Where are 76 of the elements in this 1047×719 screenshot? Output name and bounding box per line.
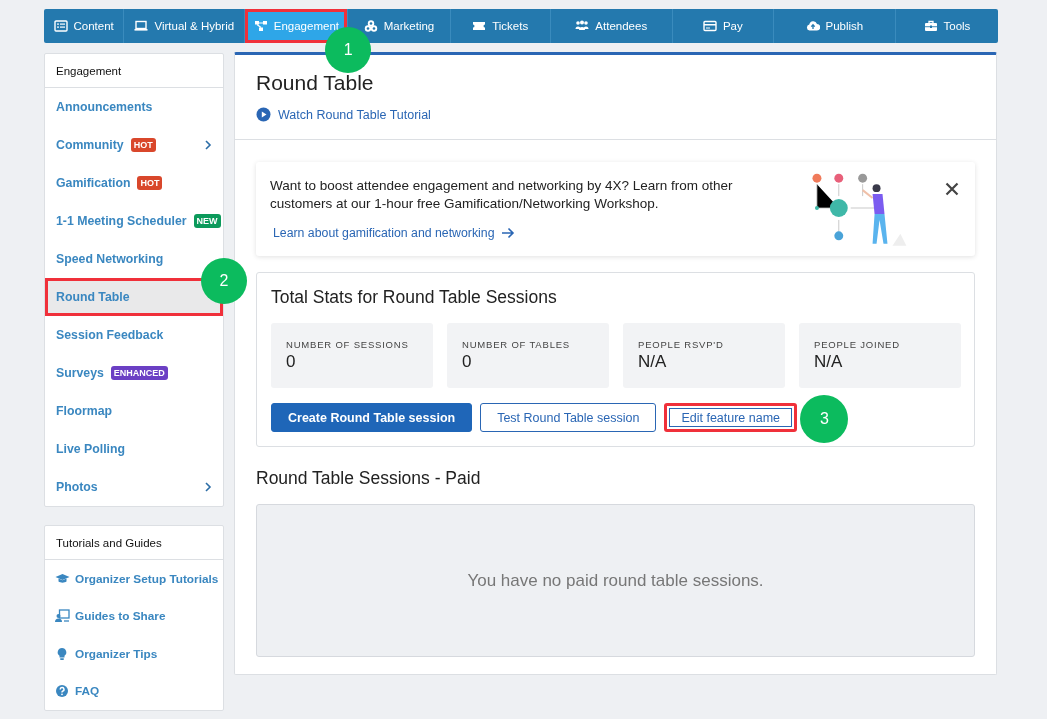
network-icon — [253, 19, 268, 33]
nav-tab[interactable]: Publish — [773, 9, 895, 43]
guide-link[interactable]: FAQ — [45, 672, 223, 710]
card-title: Total Stats for Round Table Sessions — [271, 287, 558, 308]
arrow-right-icon — [500, 227, 515, 239]
sidebar-item[interactable]: 1-1 Meeting Scheduler NEW — [45, 202, 223, 240]
guide-link[interactable]: Organizer Setup Tutorials — [45, 560, 223, 598]
toolbox-icon — [923, 19, 938, 33]
guide-label: Organizer Setup Tutorials — [75, 571, 219, 586]
close-button[interactable] — [943, 180, 961, 198]
item-label: Speed Networking — [56, 252, 164, 266]
step-number-tooltip: 3 — [800, 395, 849, 443]
item-label: Announcements — [56, 100, 153, 114]
guide-label: Organizer Tips — [75, 646, 158, 661]
stat-label: PEOPLE JOINED — [814, 339, 901, 350]
people-icon — [575, 19, 590, 33]
stat-value: N/A — [814, 352, 844, 372]
nav-tab[interactable]: Engagement — [245, 9, 348, 43]
action-button[interactable]: Create Round Table session — [271, 403, 473, 432]
laptop-icon — [134, 19, 149, 33]
stat-value: N/A — [638, 352, 668, 372]
action-button[interactable]: Edit feature name — [664, 403, 798, 432]
action-button[interactable]: Test Round Table session — [480, 403, 657, 432]
guide-label: Guides to Share — [75, 609, 166, 624]
play-icon — [256, 107, 271, 122]
nav-tab[interactable]: Marketing — [348, 9, 450, 43]
nav-tab[interactable]: Virtual & Hybrid — [124, 9, 245, 43]
panel-title: Engagement — [45, 54, 223, 88]
sidebar-item[interactable]: Community HOT — [45, 126, 223, 164]
ticket-icon — [472, 19, 487, 33]
nav-tab[interactable]: Tools — [895, 9, 998, 43]
nav-tab[interactable]: Content — [44, 9, 124, 43]
circles-icon — [363, 19, 378, 33]
status-badge: HOT — [130, 138, 156, 152]
panel-title: Tutorials and Guides — [45, 526, 223, 560]
item-label: Surveys — [56, 366, 104, 380]
status-badge: NEW — [193, 214, 221, 228]
item-label: Live Polling — [56, 442, 125, 456]
sidebar-item[interactable]: Announcements — [45, 88, 223, 126]
stat-value: 0 — [462, 352, 473, 372]
guide-link[interactable]: Guides to Share — [45, 597, 223, 635]
item-label: 1-1 Meeting Scheduler — [56, 214, 187, 228]
status-badge: HOT — [137, 176, 163, 190]
section-title: Round Table Sessions - Paid — [256, 468, 482, 489]
nav-tab[interactable]: Attendees — [550, 9, 672, 43]
sidebar-item[interactable]: Surveys ENHANCED — [45, 354, 223, 392]
item-label: Gamification — [56, 176, 131, 190]
stat-label: PEOPLE RSVP'D — [638, 339, 725, 350]
sidebar-item[interactable]: Photos — [45, 468, 223, 506]
credit-card-icon — [702, 19, 717, 33]
stat-value: 0 — [286, 352, 297, 372]
close-icon — [945, 182, 959, 196]
sidebar-item[interactable]: Session Feedback — [45, 316, 223, 354]
sidebar-item[interactable]: Floormap — [45, 392, 223, 430]
cloud-upload-icon — [805, 19, 820, 33]
item-label: Session Feedback — [56, 328, 164, 342]
sidebar-item[interactable]: Gamification HOT — [45, 164, 223, 202]
presentation-icon — [55, 609, 70, 624]
list-icon — [53, 19, 68, 33]
stat-label: NUMBER OF TABLES — [462, 339, 571, 350]
help-icon — [55, 684, 70, 699]
item-label: Photos — [56, 480, 98, 494]
item-label: Floormap — [56, 404, 113, 418]
guide-link[interactable]: Organizer Tips — [45, 635, 223, 673]
status-badge: ENHANCED — [110, 366, 168, 380]
sidebar-item[interactable]: Live Polling — [45, 430, 223, 468]
empty-message: You have no paid round table sessions. — [467, 570, 764, 591]
stat-label: NUMBER OF SESSIONS — [286, 339, 410, 350]
promo-text: Want to boost attendee engagement and networking by 4X? Learn from other customers at our 1-hour free Gamification/Networking Workshop. — [270, 177, 734, 213]
graduation-cap-icon — [55, 571, 70, 586]
page-title: Round Table — [256, 71, 375, 95]
nav-tab[interactable]: Pay — [672, 9, 773, 43]
guide-label: FAQ — [75, 684, 100, 699]
item-label: Community — [56, 138, 124, 152]
item-label: Round Table — [56, 290, 130, 304]
nav-tab[interactable]: Tickets — [450, 9, 550, 43]
